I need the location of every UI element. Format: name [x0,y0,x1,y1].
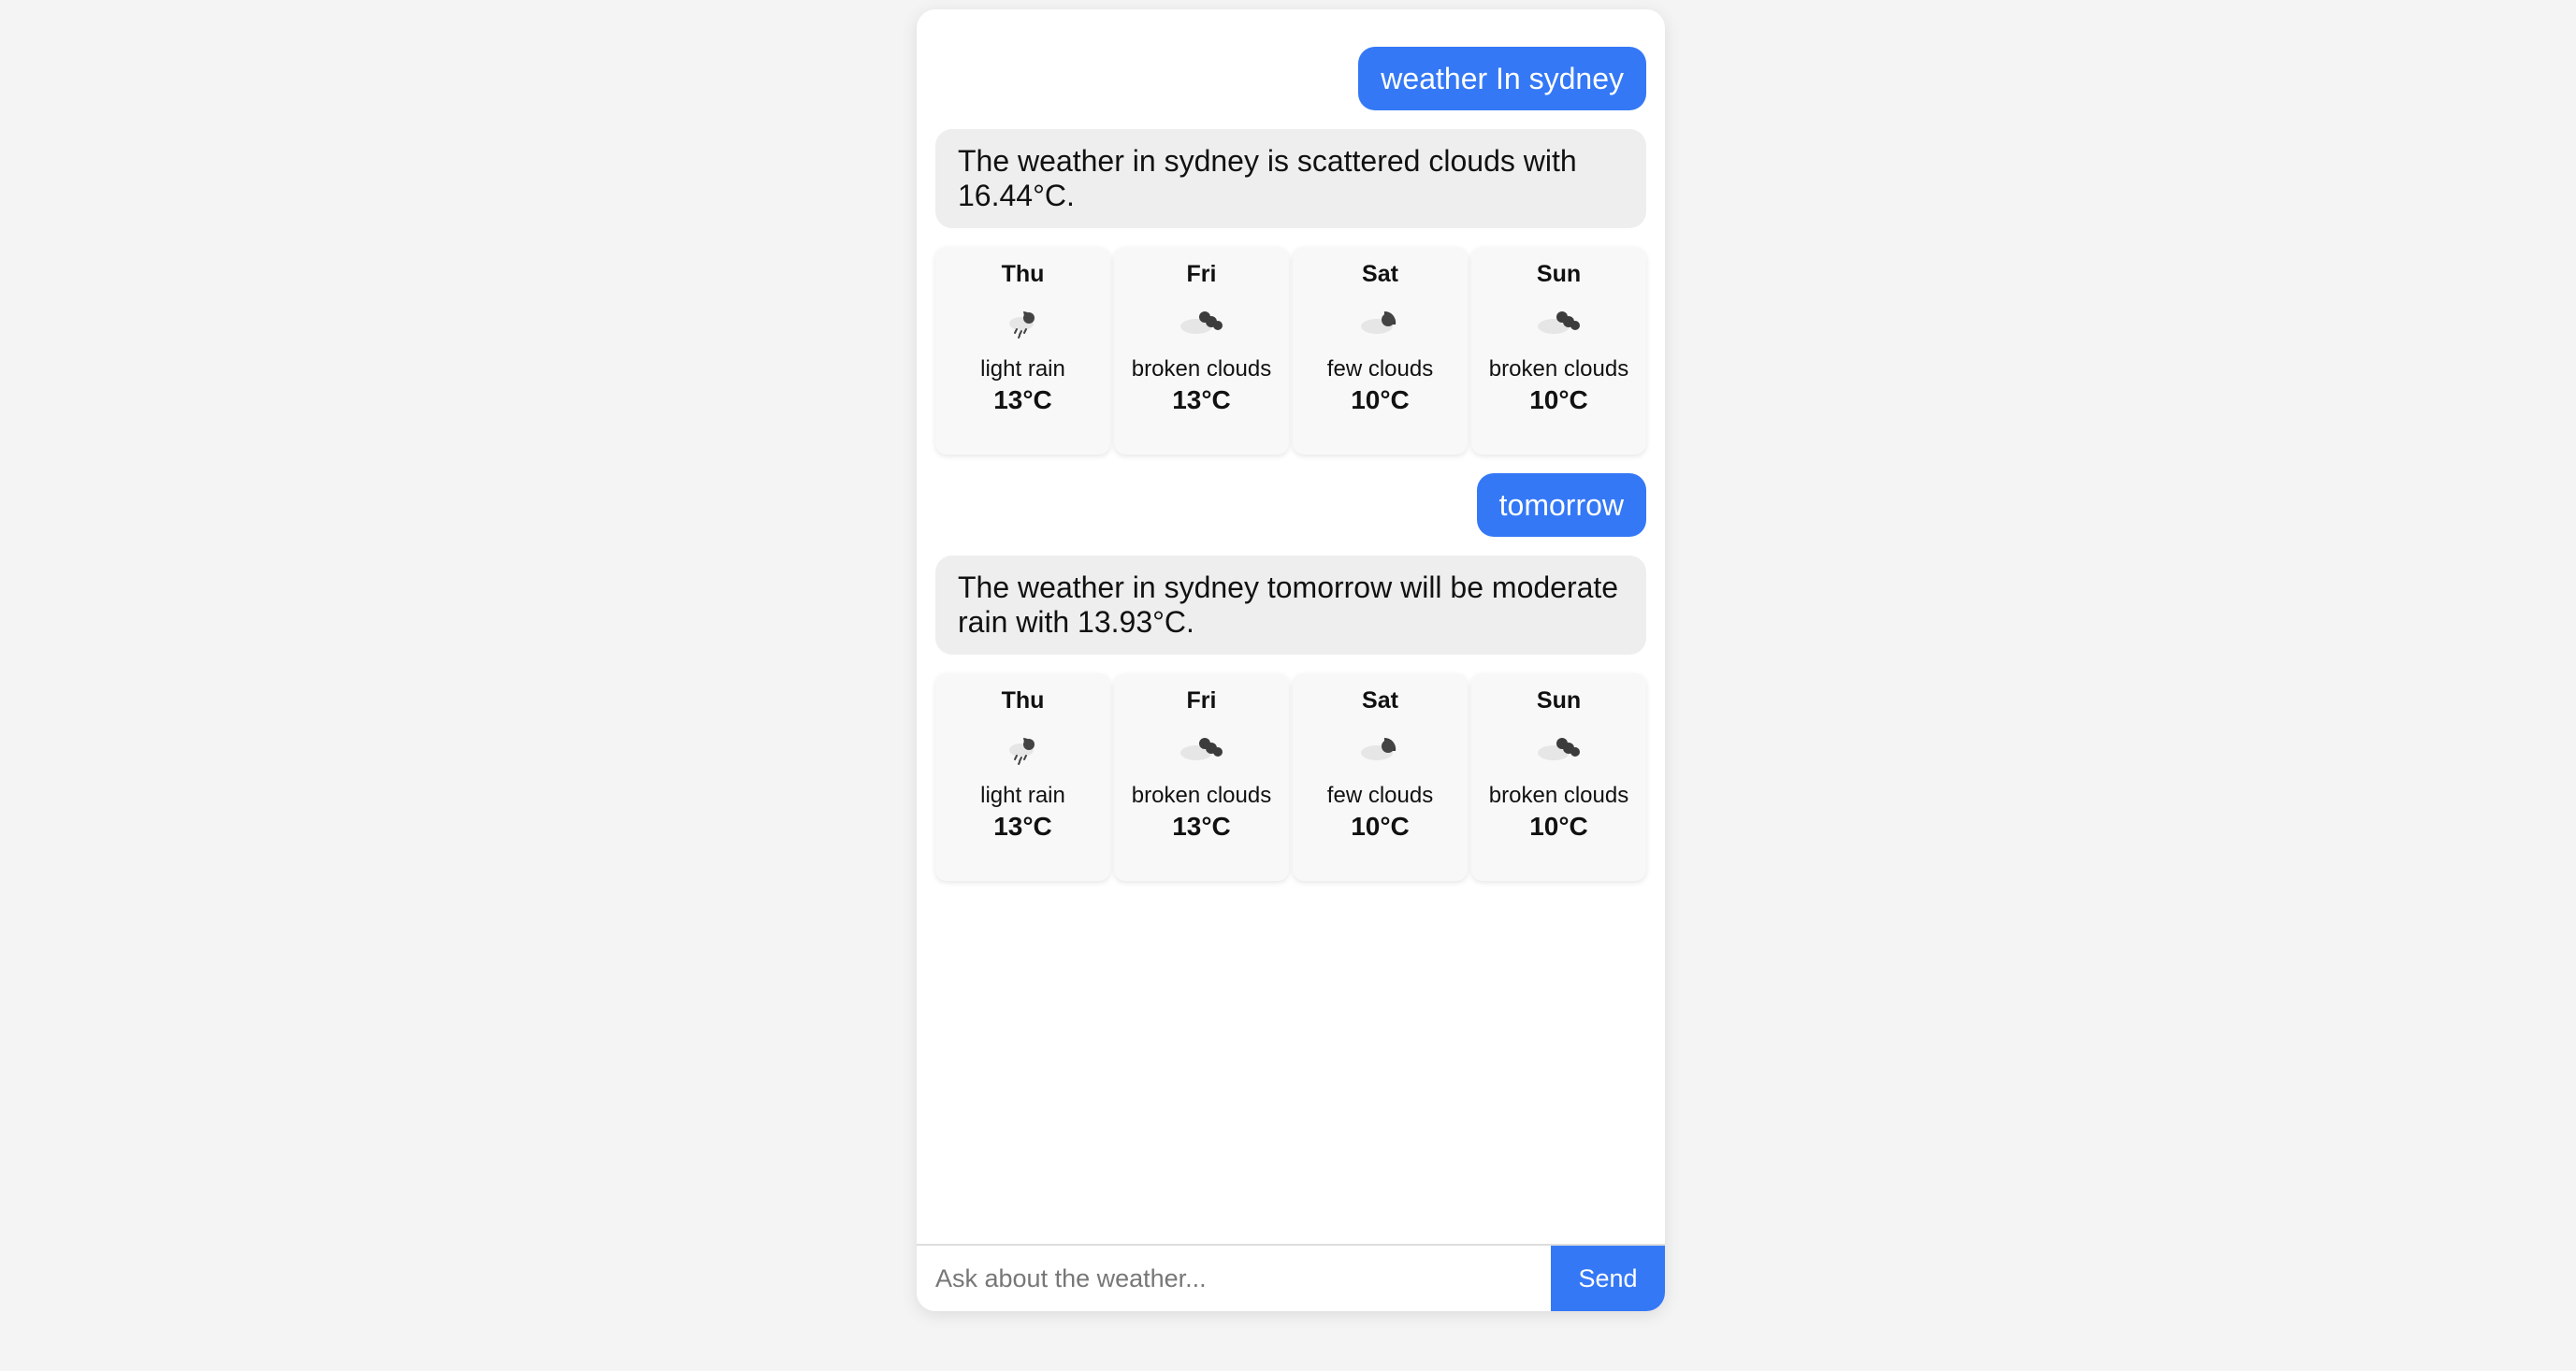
user-message: weather In sydney [1358,47,1646,110]
user-message-row: weather In sydney [935,47,1646,110]
forecast-temperature: 10°C [1529,812,1588,841]
forecast-card: Fri broken clouds 13°C [1114,673,1289,881]
message-list[interactable]: weather In sydney The weather in sydney … [917,9,1665,1244]
forecast-card: Sun broken clouds 10°C [1471,247,1646,455]
bot-message-row: The weather in sydney is scattered cloud… [935,129,1646,228]
broken-clouds-icon [1114,714,1289,780]
forecast-row: Thu light rain 13°C Fri broken clouds 13… [935,247,1646,455]
forecast-temperature: 10°C [1351,385,1410,414]
forecast-description: light rain [980,356,1065,382]
forecast-card: Sat few clouds 10°C [1293,673,1468,881]
forecast-card: Fri broken clouds 13°C [1114,247,1289,455]
forecast-day: Sun [1536,687,1582,714]
few-clouds-icon [1293,714,1468,780]
forecast-day: Sat [1362,261,1398,287]
forecast-card: Sat few clouds 10°C [1293,247,1468,455]
broken-clouds-icon [1471,288,1646,354]
forecast-day: Sat [1362,687,1398,714]
message-input-bar: Send [917,1244,1665,1311]
forecast-description: broken clouds [1488,356,1629,382]
chat-window: weather In sydney The weather in sydney … [917,9,1665,1311]
forecast-card: Thu light rain 13°C [935,247,1110,455]
user-message-row: tomorrow [935,473,1646,537]
forecast-description: broken clouds [1488,783,1629,808]
forecast-description: light rain [980,783,1065,808]
broken-clouds-icon [1471,714,1646,780]
bot-message: The weather in sydney tomorrow will be m… [935,556,1646,655]
forecast-description: few clouds [1326,356,1434,382]
bot-message-row: The weather in sydney tomorrow will be m… [935,556,1646,655]
send-button[interactable]: Send [1551,1246,1665,1311]
forecast-description: few clouds [1326,783,1434,808]
forecast-row: Thu light rain 13°C Fri broken clouds 13… [935,673,1646,881]
forecast-card: Sun broken clouds 10°C [1471,673,1646,881]
forecast-day: Fri [1186,261,1217,287]
forecast-day: Sun [1536,261,1582,287]
forecast-day: Thu [1001,687,1045,714]
message-input[interactable] [917,1246,1551,1311]
forecast-temperature: 10°C [1351,812,1410,841]
forecast-day: Fri [1186,687,1217,714]
light-rain-icon [935,714,1110,780]
forecast-description: broken clouds [1131,356,1272,382]
forecast-temperature: 13°C [1172,812,1231,841]
forecast-day: Thu [1001,261,1045,287]
broken-clouds-icon [1114,288,1289,354]
light-rain-icon [935,288,1110,354]
forecast-temperature: 13°C [1172,385,1231,414]
bot-message: The weather in sydney is scattered cloud… [935,129,1646,228]
forecast-card: Thu light rain 13°C [935,673,1110,881]
forecast-temperature: 13°C [993,385,1052,414]
forecast-temperature: 10°C [1529,385,1588,414]
user-message: tomorrow [1476,473,1646,537]
forecast-description: broken clouds [1131,783,1272,808]
few-clouds-icon [1293,288,1468,354]
forecast-temperature: 13°C [993,812,1052,841]
